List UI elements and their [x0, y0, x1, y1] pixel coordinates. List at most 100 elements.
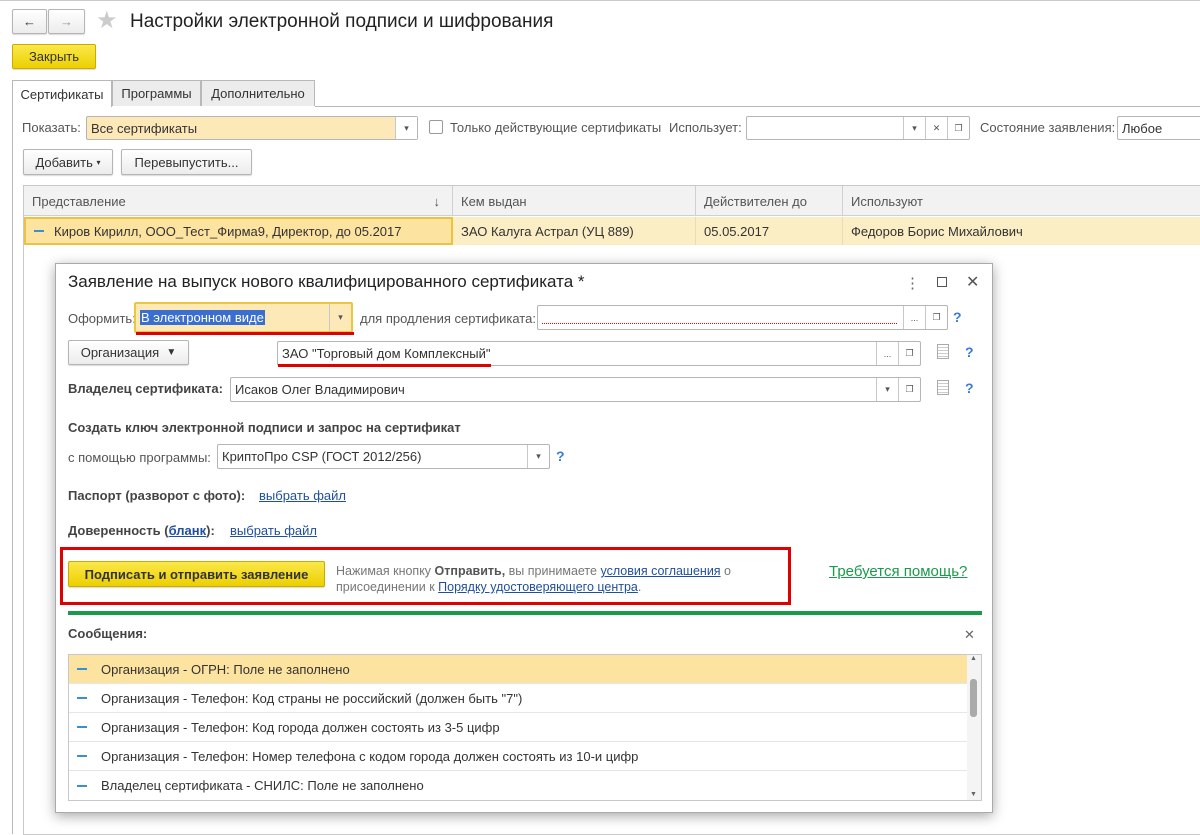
- agreement-terms-link[interactable]: условия соглашения: [600, 564, 720, 578]
- message-icon: [77, 668, 87, 670]
- cell-valid-until: 05.05.2017: [696, 217, 843, 245]
- add-button[interactable]: Добавить ▾: [23, 149, 113, 175]
- passport-label: Паспорт (разворот с фото):: [68, 488, 246, 503]
- messages-scrollbar[interactable]: ▲ ▼: [967, 655, 981, 800]
- forward-button[interactable]: →: [48, 9, 85, 34]
- open-icon[interactable]: ❐: [925, 306, 947, 329]
- message-item[interactable]: Организация - ОГРН: Поле не заполнено: [69, 655, 967, 684]
- form-select[interactable]: В электронном виде ▾: [134, 302, 353, 333]
- renew-label: для продления сертификата:: [360, 311, 536, 326]
- renew-certificate-input[interactable]: ... ❐: [537, 305, 948, 330]
- dropdown-icon[interactable]: ▾: [527, 445, 549, 468]
- more-icon[interactable]: ⋮: [905, 274, 920, 292]
- organization-input[interactable]: ЗАО "Торговый дом Комплексный"... ❐: [277, 341, 921, 366]
- proxy-label-text: Доверенность (: [68, 523, 169, 538]
- column-header-valid-until[interactable]: Действителен до: [696, 186, 843, 216]
- column-header-presentation[interactable]: Представление ↓: [24, 186, 453, 216]
- tab-programs[interactable]: Программы: [112, 80, 201, 106]
- message-text: Организация - Телефон: Номер телефона с …: [101, 748, 639, 764]
- create-key-heading: Создать ключ электронной подписи и запро…: [68, 420, 461, 435]
- program-select[interactable]: КриптоПро CSP (ГОСТ 2012/256) ▾: [217, 444, 550, 469]
- uses-label: Использует:: [669, 120, 742, 135]
- proxy-select-file-link[interactable]: выбрать файл: [230, 523, 317, 538]
- favorite-star-icon[interactable]: ★: [96, 6, 118, 35]
- arrow-right-icon: →: [60, 14, 73, 29]
- open-icon[interactable]: ❐: [947, 117, 969, 139]
- dropdown-icon: ▼: [166, 347, 177, 358]
- proxy-label: Доверенность (бланк):: [68, 523, 215, 538]
- messages-heading: Сообщения:: [68, 626, 148, 641]
- document-icon[interactable]: [937, 380, 949, 395]
- agreement-text: Нажимая кнопку Отправить, вы принимаете …: [336, 563, 766, 595]
- select-icon[interactable]: ...: [903, 306, 925, 329]
- message-icon: [77, 755, 87, 757]
- message-item[interactable]: Организация - Телефон: Номер телефона с …: [69, 742, 967, 771]
- close-messages-icon[interactable]: ✕: [964, 627, 975, 643]
- organization-type-button[interactable]: Организация ▼: [68, 340, 189, 365]
- scroll-up-icon[interactable]: ▲: [970, 655, 977, 662]
- program-value: КриптоПро CSP (ГОСТ 2012/256): [222, 449, 422, 464]
- passport-select-file-link[interactable]: выбрать файл: [259, 488, 346, 503]
- cell-presentation[interactable]: Киров Кирилл, ООО_Тест_Фирма9, Директор,…: [24, 217, 453, 245]
- help-icon[interactable]: ?: [556, 448, 565, 464]
- state-label: Состояние заявления:: [980, 120, 1116, 135]
- proxy-blank-link[interactable]: бланк: [169, 523, 207, 538]
- scroll-down-icon[interactable]: ▼: [970, 791, 977, 798]
- state-select[interactable]: Любое: [1117, 116, 1200, 140]
- owner-value: Исаков Олег Владимирович: [235, 382, 405, 397]
- message-item[interactable]: Владелец сертификата - СНИЛС: Поле не за…: [69, 771, 967, 800]
- reissue-button[interactable]: Перевыпустить...: [121, 149, 252, 175]
- sort-arrow-icon: ↓: [433, 193, 441, 209]
- message-text: Организация - Телефон: Код страны не рос…: [101, 690, 523, 706]
- show-label: Показать:: [22, 120, 81, 135]
- ca-procedure-link[interactable]: Порядку удостоверяющего центра: [438, 580, 638, 594]
- select-icon[interactable]: ...: [876, 342, 898, 365]
- close-button[interactable]: Закрыть: [12, 44, 96, 69]
- only-valid-checkbox[interactable]: [429, 120, 443, 134]
- state-value: Любое: [1122, 120, 1163, 136]
- tab-line: [315, 106, 1200, 107]
- show-select[interactable]: Все сертификаты ▾: [86, 116, 418, 140]
- annotation-underline: [278, 364, 491, 367]
- required-marker: [542, 323, 897, 324]
- help-icon[interactable]: ?: [953, 309, 962, 325]
- open-icon[interactable]: ❐: [898, 378, 920, 401]
- message-item[interactable]: Организация - Телефон: Код страны не рос…: [69, 684, 967, 713]
- page-title: Настройки электронной подписи и шифрован…: [130, 11, 554, 32]
- help-icon[interactable]: ?: [965, 344, 974, 360]
- agree-text: вы принимаете: [505, 564, 601, 578]
- maximize-icon[interactable]: [937, 277, 947, 287]
- owner-input[interactable]: Исаков Олег Владимирович ▾ ❐: [230, 377, 921, 402]
- message-item[interactable]: Организация - Телефон: Код города должен…: [69, 713, 967, 742]
- need-help-link[interactable]: Требуется помощь?: [829, 563, 967, 580]
- dropdown-icon[interactable]: ▾: [329, 304, 351, 331]
- message-icon: [77, 784, 87, 787]
- sign-and-send-button[interactable]: Подписать и отправить заявление: [68, 561, 325, 587]
- owner-label: Владелец сертификата:: [68, 381, 223, 396]
- cell-issuer: ЗАО Калуга Астрал (УЦ 889): [453, 217, 696, 245]
- column-header-issuer[interactable]: Кем выдан: [453, 186, 696, 216]
- dropdown-icon[interactable]: ▾: [903, 117, 925, 139]
- document-icon[interactable]: [937, 344, 949, 359]
- help-icon[interactable]: ?: [965, 380, 974, 396]
- uses-input[interactable]: ▾ ✕ ❐: [746, 116, 970, 140]
- message-text: Владелец сертификата - СНИЛС: Поле не за…: [101, 778, 424, 793]
- dropdown-icon: ▾: [96, 157, 101, 167]
- cell-users: Федоров Борис Михайлович: [851, 223, 1023, 239]
- close-dialog-icon[interactable]: ✕: [966, 272, 979, 292]
- tab-certificates[interactable]: Сертификаты: [12, 80, 112, 107]
- dialog-title: Заявление на выпуск нового квалифицирова…: [68, 272, 585, 291]
- scrollbar-thumb[interactable]: [970, 679, 977, 717]
- dropdown-icon[interactable]: ▾: [876, 378, 898, 401]
- org-button-label: Организация: [80, 345, 160, 360]
- back-button[interactable]: ←: [12, 9, 47, 34]
- dropdown-icon[interactable]: ▾: [395, 117, 417, 139]
- message-text: Организация - ОГРН: Поле не заполнено: [101, 661, 350, 677]
- message-text: Организация - Телефон: Код города должен…: [101, 719, 500, 735]
- column-header-users[interactable]: Используют: [843, 186, 1200, 216]
- clear-icon[interactable]: ✕: [925, 117, 947, 139]
- tab-panel-border: [12, 106, 13, 834]
- arrow-left-icon: ←: [23, 14, 36, 29]
- tab-additional[interactable]: Дополнительно: [201, 80, 315, 106]
- open-icon[interactable]: ❐: [898, 342, 920, 365]
